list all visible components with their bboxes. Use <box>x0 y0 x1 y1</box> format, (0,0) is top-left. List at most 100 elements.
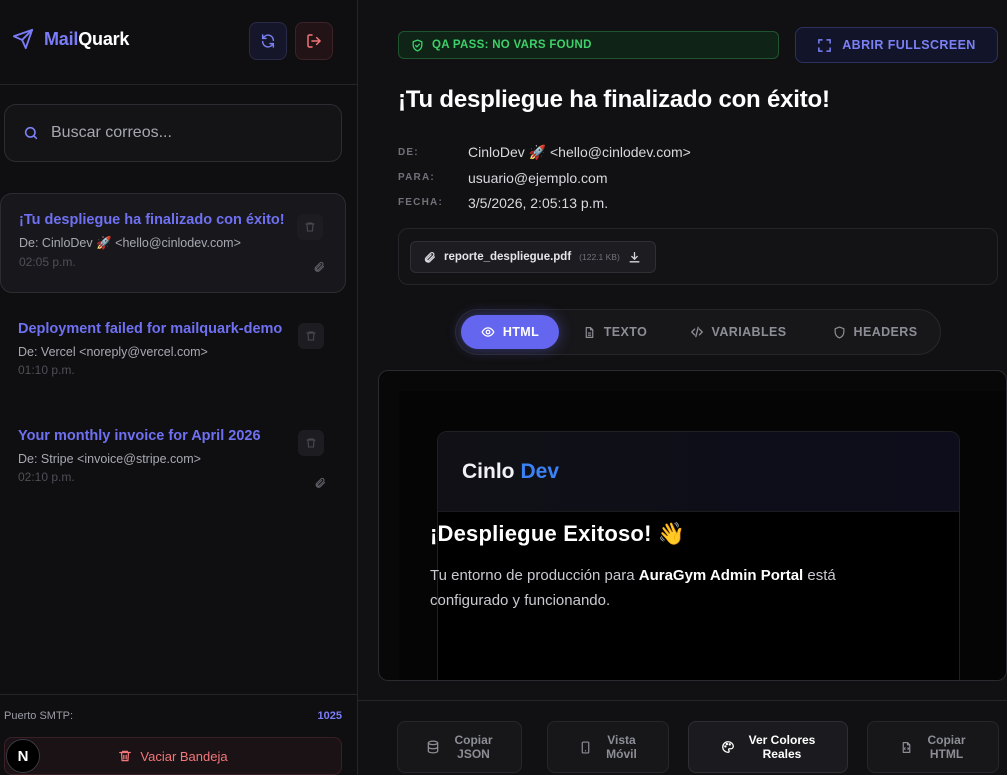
qa-status-label: QA PASS: NO VARS FOUND <box>432 39 592 51</box>
tab-texto[interactable]: TEXTO <box>569 315 661 349</box>
trash-icon <box>305 222 315 232</box>
smtp-port-row: Puerto SMTP: 1025 <box>4 710 342 722</box>
paper-plane-icon <box>12 28 34 50</box>
file-text-icon <box>585 326 594 338</box>
copy-html-label: Copiar HTML <box>927 733 965 761</box>
database-icon <box>428 740 439 754</box>
mail-sender: De: Stripe <invoice@stripe.com> <box>18 452 201 466</box>
tab-texto-label: TEXTO <box>603 325 648 339</box>
shield-icon <box>834 325 844 339</box>
view-tabs: HTML TEXTO VARIABLES HEADERS <box>455 309 941 355</box>
qa-status-badge: QA PASS: NO VARS FOUND <box>398 31 779 59</box>
sidebar-header-divider <box>0 84 358 85</box>
mobile-view-line1: Vista <box>607 733 636 747</box>
attachment-chip[interactable]: reporte_despliegue.pdf (122.1 KB) <box>410 241 656 273</box>
refresh-button[interactable] <box>249 22 287 60</box>
email-paragraph-bold: AuraGym Admin Portal <box>638 567 804 584</box>
trash-icon <box>306 331 316 341</box>
tab-headers[interactable]: HEADERS <box>818 315 932 349</box>
brand-part-mail: Mail <box>44 28 79 49</box>
attachment-name: reporte_despliegue.pdf <box>444 251 572 263</box>
mail-subject: Your monthly invoice for April 2026 <box>18 428 261 444</box>
mail-subject: Deployment failed for mailquark-demo <box>18 321 283 337</box>
copy-json-line2: JSON <box>457 747 490 761</box>
brand-part-quark: Quark <box>78 28 130 49</box>
email-preview-header: Cinlo Dev <box>438 432 959 512</box>
copy-html-button[interactable]: Copiar HTML <box>867 721 999 773</box>
meta-to-label: PARA: <box>398 172 435 183</box>
mobile-view-button[interactable]: Vista Móvil <box>547 721 669 773</box>
open-fullscreen-button[interactable]: ABRIR FULLSCREEN <box>795 27 998 63</box>
mail-subject: ¡Tu despliegue ha finalizado con éxito! <box>19 212 285 228</box>
tab-html[interactable]: HTML <box>461 315 559 349</box>
mobile-view-line2: Móvil <box>606 747 637 761</box>
email-brand-cinlo: Cinlo <box>462 459 515 483</box>
email-preview-paragraph: Tu entorno de producción para AuraGym Ad… <box>430 563 880 613</box>
code-icon <box>690 326 703 338</box>
mobile-view-label: Vista Móvil <box>606 733 637 761</box>
message-meta: DE: CinloDev 🚀 <hello@cinlodev.com> PARA… <box>398 140 691 215</box>
tab-variables-label: VARIABLES <box>711 325 787 339</box>
mail-time: 02:10 p.m. <box>18 470 75 484</box>
open-fullscreen-label: ABRIR FULLSCREEN <box>842 38 976 52</box>
brand-name: MailQuark <box>44 29 129 50</box>
meta-date-row: FECHA: 3/5/2026, 2:05:13 p.m. <box>398 190 691 215</box>
message-view: QA PASS: NO VARS FOUND ABRIR FULLSCREEN … <box>358 0 1007 775</box>
attachment-indicator-icon <box>313 260 325 278</box>
sidebar-footer-divider <box>0 694 358 695</box>
mail-time: 01:10 p.m. <box>18 363 75 377</box>
mail-sender: De: CinloDev 🚀 <hello@cinlodev.com> <box>19 236 241 250</box>
mail-list-item[interactable]: Your monthly invoice for April 2026 De: … <box>0 410 346 510</box>
meta-from-label: DE: <box>398 147 419 158</box>
sidebar: MailQuark ¡Tu despliegue ha finalizado c… <box>0 0 358 775</box>
mail-list-item[interactable]: ¡Tu despliegue ha finalizado con éxito! … <box>0 193 346 293</box>
action-bar: Copiar JSON Vista Móvil Ver Colores Reales … <box>358 700 1007 775</box>
html-preview-canvas: Cinlo Dev ¡Despliegue Exitoso! 👋 Tu entor… <box>399 391 1006 680</box>
search-box[interactable] <box>4 104 342 162</box>
attachments-panel: reporte_despliegue.pdf (122.1 KB) <box>398 228 998 285</box>
real-colors-button[interactable]: Ver Colores Reales <box>688 721 848 773</box>
avatar[interactable]: N <box>6 739 40 773</box>
delete-mail-button[interactable] <box>297 214 323 240</box>
palette-icon <box>721 741 734 753</box>
paperclip-icon <box>424 251 436 263</box>
mail-list-item[interactable]: Deployment failed for mailquark-demo De:… <box>0 303 346 403</box>
meta-to-row: PARA: usuario@ejemplo.com <box>398 165 691 190</box>
meta-from-row: DE: CinloDev 🚀 <hello@cinlodev.com> <box>398 140 691 165</box>
logout-button[interactable] <box>295 22 333 60</box>
tab-html-label: HTML <box>502 325 540 339</box>
copy-html-line1: Copiar <box>927 733 966 747</box>
trash-icon <box>119 750 132 762</box>
email-preview-heading: ¡Despliegue Exitoso! 👋 <box>430 521 686 546</box>
app: MailQuark ¡Tu despliegue ha finalizado c… <box>0 0 1007 775</box>
email-paragraph-text: Tu entorno de producción para <box>430 567 639 584</box>
email-preview-card: Cinlo Dev <box>437 431 960 680</box>
real-colors-label: Ver Colores Reales <box>749 733 816 761</box>
tab-headers-label: HEADERS <box>853 325 918 339</box>
smartphone-icon <box>581 740 590 754</box>
download-icon[interactable] <box>628 251 641 264</box>
html-preview-frame[interactable]: Cinlo Dev ¡Despliegue Exitoso! 👋 Tu entor… <box>378 370 1007 681</box>
delete-mail-button[interactable] <box>298 430 324 456</box>
smtp-port-value: 1025 <box>317 710 342 722</box>
trash-icon <box>306 438 316 448</box>
search-icon <box>24 126 38 140</box>
fullscreen-icon <box>818 38 832 52</box>
meta-date-value: 3/5/2026, 2:05:13 p.m. <box>468 194 609 211</box>
copy-json-button[interactable]: Copiar JSON <box>397 721 522 773</box>
refresh-icon <box>261 34 275 48</box>
attachment-indicator-icon <box>314 476 326 494</box>
empty-inbox-button[interactable]: Vaciar Bandeja <box>4 737 342 775</box>
mail-time: 02:05 p.m. <box>19 255 76 269</box>
eye-icon <box>481 327 495 337</box>
meta-date-label: FECHA: <box>398 197 443 208</box>
search-input[interactable] <box>51 124 321 142</box>
copy-json-line1: Copiar <box>454 733 493 747</box>
empty-inbox-label: Vaciar Bandeja <box>140 748 228 764</box>
copy-json-label: Copiar JSON <box>454 733 492 761</box>
tab-variables[interactable]: VARIABLES <box>678 315 798 349</box>
email-brand-dev: Dev <box>520 459 560 483</box>
delete-mail-button[interactable] <box>298 323 324 349</box>
logout-icon <box>307 34 321 48</box>
real-colors-line1: Ver Colores <box>748 733 816 747</box>
